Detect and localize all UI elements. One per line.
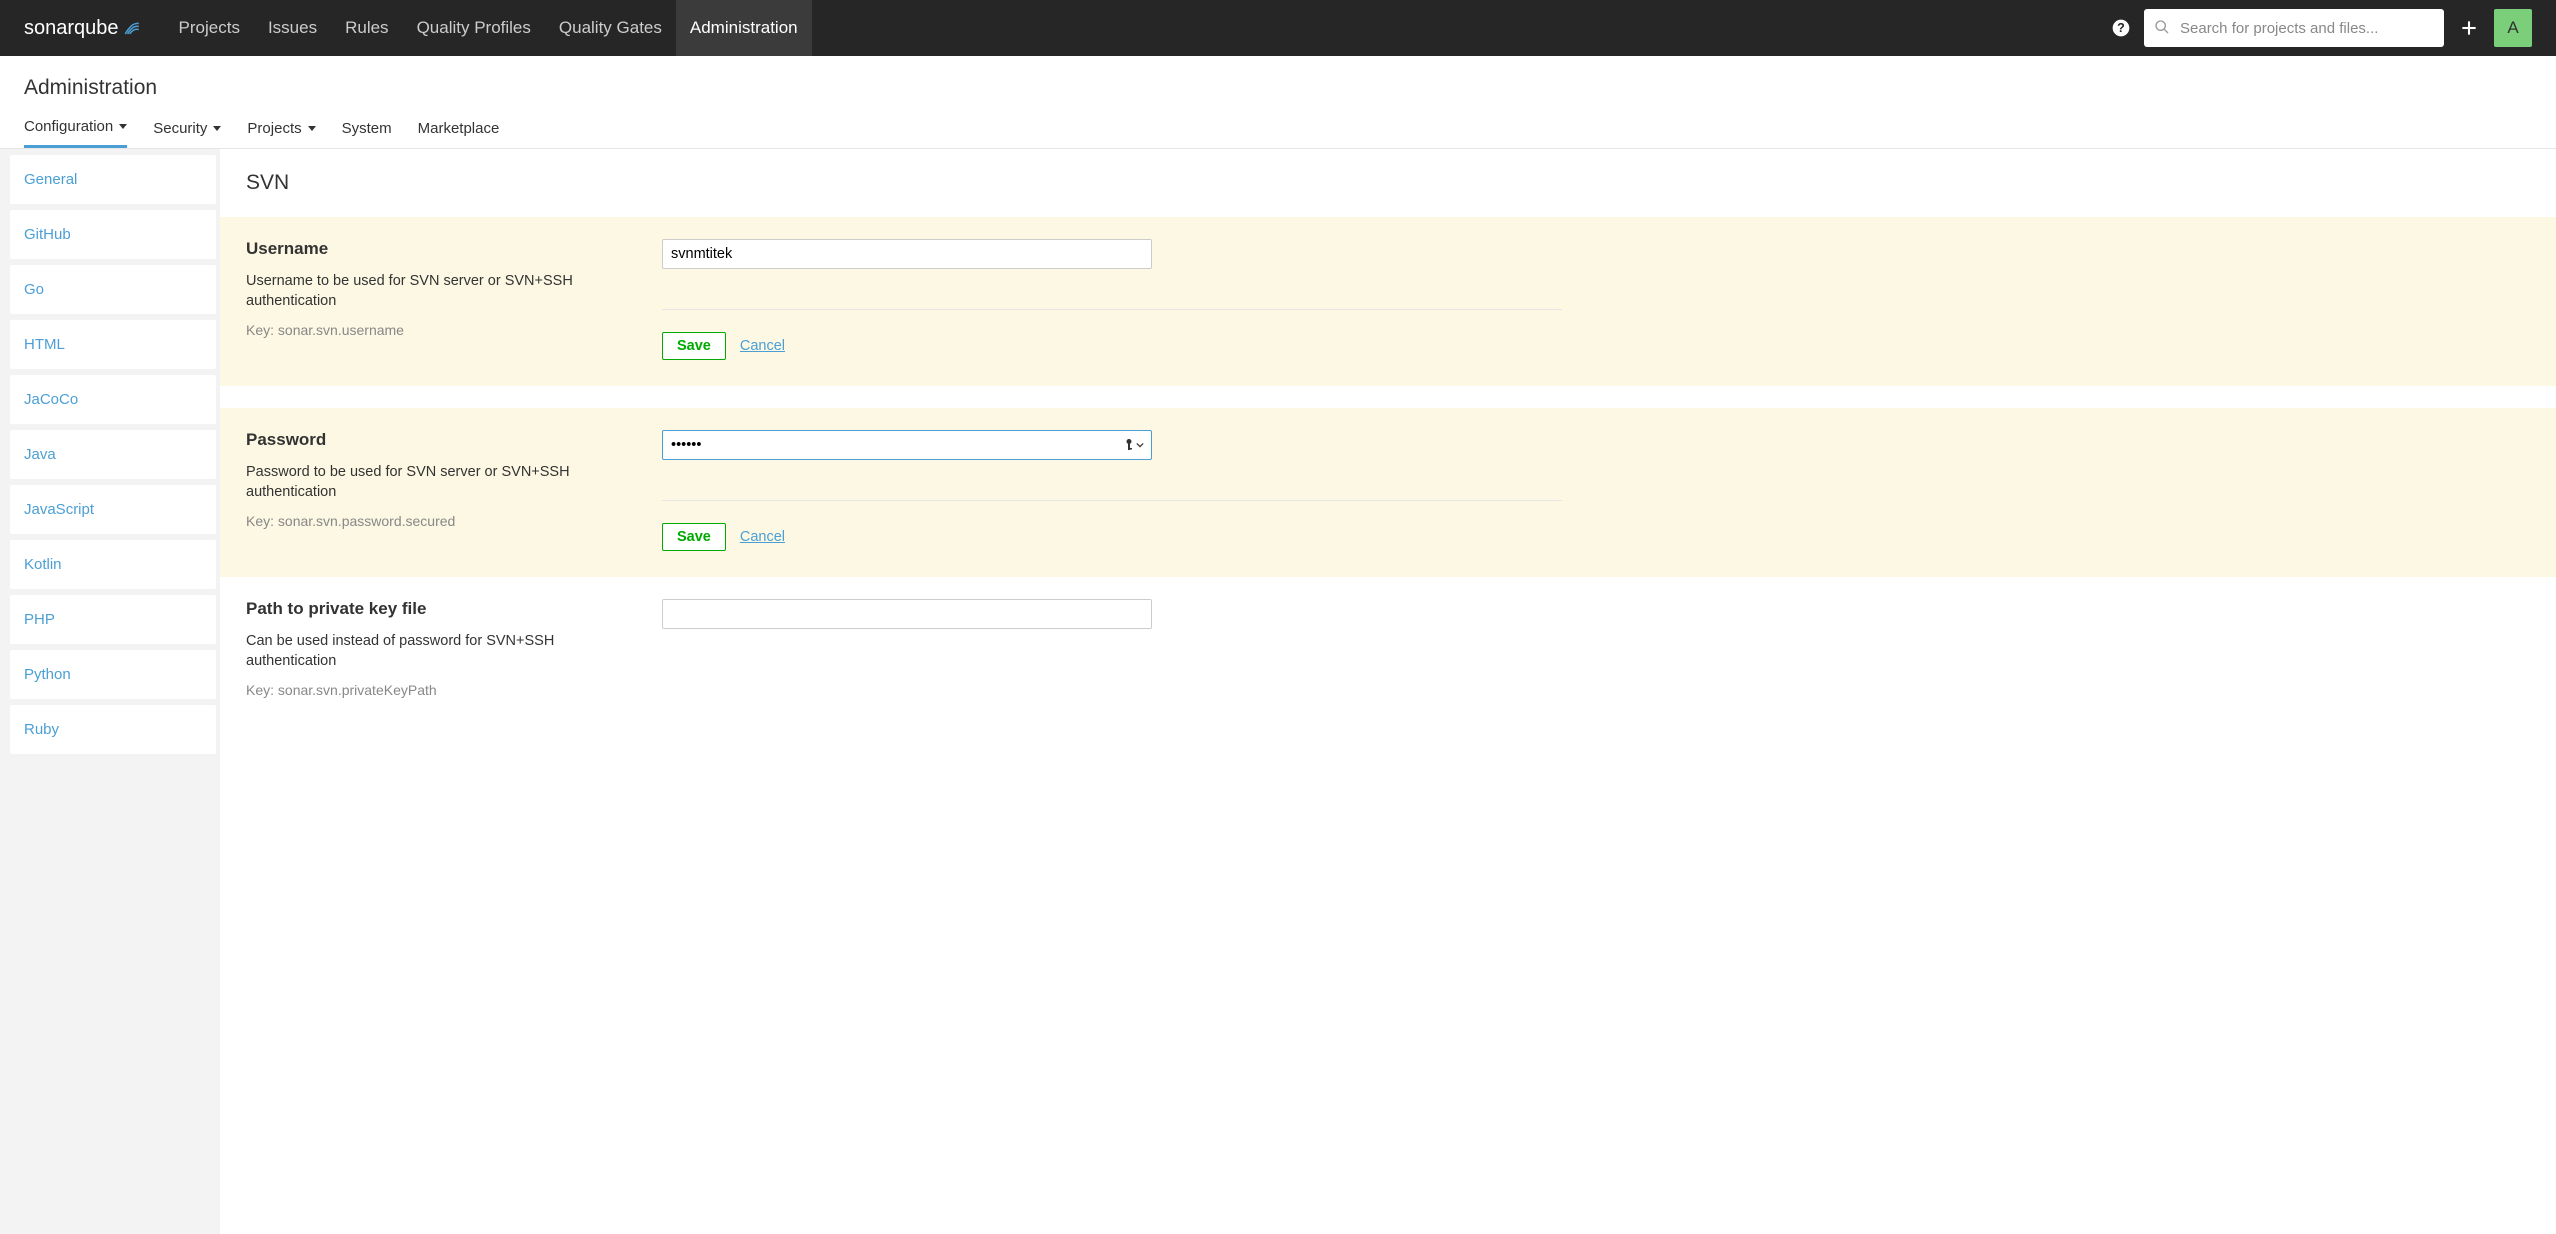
section-title: SVN bbox=[220, 149, 2556, 217]
save-button[interactable]: Save bbox=[662, 332, 726, 360]
sidebar: General GitHub Go HTML JaCoCo Java JavaS… bbox=[0, 149, 220, 1234]
tab-marketplace[interactable]: Marketplace bbox=[418, 118, 500, 148]
cancel-link[interactable]: Cancel bbox=[740, 338, 785, 354]
password-input[interactable] bbox=[662, 430, 1152, 460]
chevron-down-icon bbox=[308, 126, 316, 131]
page-title: Administration bbox=[24, 76, 2532, 100]
topbar-right: ? A bbox=[2110, 9, 2532, 47]
tab-projects[interactable]: Projects bbox=[247, 118, 315, 148]
logo-swoosh-icon bbox=[123, 19, 141, 37]
sidebar-item-ruby[interactable]: Ruby bbox=[10, 705, 216, 754]
nav-rules[interactable]: Rules bbox=[331, 0, 402, 56]
setting-private-key-path: Path to private key file Can be used ins… bbox=[220, 577, 2556, 724]
nav-projects[interactable]: Projects bbox=[165, 0, 254, 56]
page-tabs: Configuration Security Projects System M… bbox=[24, 118, 2532, 148]
search-input[interactable] bbox=[2144, 9, 2444, 47]
setting-key: Key: sonar.svn.password.secured bbox=[246, 513, 626, 529]
setting-actions: Save Cancel bbox=[662, 309, 1562, 360]
username-input[interactable] bbox=[662, 239, 1152, 269]
sidebar-item-javascript[interactable]: JavaScript bbox=[10, 485, 216, 534]
page-header: Administration Configuration Security Pr… bbox=[0, 56, 2556, 149]
tab-label: Configuration bbox=[24, 118, 113, 135]
private-key-path-input[interactable] bbox=[662, 599, 1152, 629]
sidebar-item-html[interactable]: HTML bbox=[10, 320, 216, 369]
search-icon bbox=[2154, 19, 2170, 38]
logo-text-2: qube bbox=[74, 17, 119, 40]
sidebar-item-github[interactable]: GitHub bbox=[10, 210, 216, 259]
setting-actions: Save Cancel bbox=[662, 500, 1562, 551]
logo[interactable]: sonarqube bbox=[24, 17, 141, 40]
nav-issues[interactable]: Issues bbox=[254, 0, 331, 56]
tab-label: Projects bbox=[247, 120, 301, 137]
tab-system[interactable]: System bbox=[342, 118, 392, 148]
setting-password: Password Password to be used for SVN ser… bbox=[220, 408, 2556, 577]
nav-quality-profiles[interactable]: Quality Profiles bbox=[403, 0, 545, 56]
content-wrap: General GitHub Go HTML JaCoCo Java JavaS… bbox=[0, 149, 2556, 1234]
sidebar-item-general[interactable]: General bbox=[10, 155, 216, 204]
search-box bbox=[2144, 9, 2444, 47]
spacer bbox=[220, 386, 2556, 408]
setting-desc: Can be used instead of password for SVN+… bbox=[246, 631, 626, 672]
key-icon[interactable] bbox=[1123, 438, 1144, 452]
tab-security[interactable]: Security bbox=[153, 118, 221, 148]
nav-quality-gates[interactable]: Quality Gates bbox=[545, 0, 676, 56]
chevron-down-icon bbox=[119, 124, 127, 129]
setting-desc: Username to be used for SVN server or SV… bbox=[246, 271, 626, 312]
setting-name: Username bbox=[246, 239, 626, 259]
sidebar-item-java[interactable]: Java bbox=[10, 430, 216, 479]
setting-desc: Password to be used for SVN server or SV… bbox=[246, 462, 626, 503]
sidebar-item-kotlin[interactable]: Kotlin bbox=[10, 540, 216, 589]
plus-icon[interactable] bbox=[2456, 15, 2482, 41]
main: SVN Username Username to be used for SVN… bbox=[220, 149, 2556, 1234]
topbar: sonarqube Projects Issues Rules Quality … bbox=[0, 0, 2556, 56]
cancel-link[interactable]: Cancel bbox=[740, 529, 785, 545]
logo-text-1: sonar bbox=[24, 17, 74, 40]
avatar[interactable]: A bbox=[2494, 9, 2532, 47]
setting-name: Password bbox=[246, 430, 626, 450]
setting-name: Path to private key file bbox=[246, 599, 626, 619]
svg-text:?: ? bbox=[2117, 21, 2125, 35]
sidebar-item-go[interactable]: Go bbox=[10, 265, 216, 314]
sidebar-item-jacoco[interactable]: JaCoCo bbox=[10, 375, 216, 424]
save-button[interactable]: Save bbox=[662, 523, 726, 551]
nav-administration[interactable]: Administration bbox=[676, 0, 812, 56]
setting-key: Key: sonar.svn.privateKeyPath bbox=[246, 682, 626, 698]
tab-configuration[interactable]: Configuration bbox=[24, 118, 127, 148]
chevron-down-icon bbox=[213, 126, 221, 131]
help-icon[interactable]: ? bbox=[2110, 17, 2132, 39]
chevron-down-icon bbox=[1136, 441, 1144, 449]
setting-username: Username Username to be used for SVN ser… bbox=[220, 217, 2556, 386]
topnav-links: Projects Issues Rules Quality Profiles Q… bbox=[165, 0, 812, 56]
sidebar-item-python[interactable]: Python bbox=[10, 650, 216, 699]
sidebar-item-php[interactable]: PHP bbox=[10, 595, 216, 644]
setting-key: Key: sonar.svn.username bbox=[246, 322, 626, 338]
tab-label: Security bbox=[153, 120, 207, 137]
